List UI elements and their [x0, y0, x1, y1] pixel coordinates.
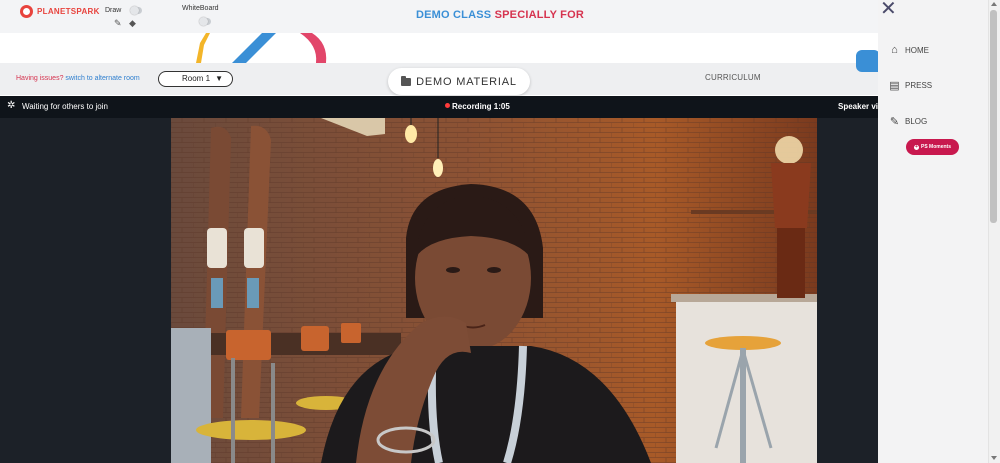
participant-video — [171, 118, 817, 463]
issue-notice: Having issues? switch to alternate room — [16, 75, 140, 82]
page-title: DEMO CLASS SPECIALLY FOR — [0, 9, 1000, 21]
record-dot-icon — [445, 103, 450, 108]
home-icon: ⌂ — [891, 44, 898, 56]
caret-down-icon: ▼ — [215, 74, 223, 83]
nav-item-blog[interactable]: ✎ BLOG — [888, 115, 927, 128]
nav-press-label: PRESS — [905, 81, 933, 90]
newspaper-icon: ▤ — [889, 80, 900, 92]
issue-text: Having issues? — [16, 75, 64, 82]
ps-moments-label: PS Moments — [920, 144, 951, 150]
room-select[interactable]: Room 1 ▼ — [158, 71, 233, 87]
nav-home-label: HOME — [905, 45, 929, 55]
folder-icon — [401, 75, 412, 86]
waiting-status: Waiting for others to join — [22, 102, 108, 111]
curriculum-tab[interactable]: CURRICULUM — [705, 73, 761, 82]
speaker-view-toggle[interactable]: Speaker vi — [838, 102, 878, 111]
plus-icon: + — [913, 143, 919, 150]
scroll-up-arrow-icon[interactable] — [991, 2, 997, 6]
app-root: PLANETSPARK Draw ✎ ◆ WhiteBoard DEMO CLA… — [0, 0, 1000, 463]
ps-moments-button[interactable]: + PS Moments — [906, 139, 959, 155]
gear-icon[interactable]: ✲ — [7, 100, 15, 112]
demo-material-button[interactable]: DEMO MATERIAL — [388, 68, 530, 95]
chat-bubble-icon[interactable] — [856, 50, 880, 72]
video-status-bar: ✲ Waiting for others to join Recording 1… — [0, 96, 878, 118]
pencil-icon: ✎ — [889, 116, 900, 128]
scroll-down-arrow-icon[interactable] — [991, 456, 997, 460]
nav-item-home[interactable]: ⌂ HOME — [888, 44, 929, 56]
demo-material-label: DEMO MATERIAL — [416, 75, 517, 88]
scrollbar-thumb[interactable] — [990, 10, 997, 223]
nav-blog-label: BLOG — [905, 117, 928, 126]
title-part-1: DEMO CLASS — [415, 9, 492, 21]
nav-item-press[interactable]: ▤ PRESS — [888, 79, 932, 92]
side-menu — [878, 0, 988, 463]
decorative-banner — [0, 33, 878, 63]
close-icon[interactable]: ✕ — [880, 0, 897, 19]
room-select-value: Room 1 — [182, 74, 211, 83]
title-part-2: SPECIALLY FOR — [494, 9, 584, 21]
alternate-room-link[interactable]: switch to alternate room — [65, 75, 139, 82]
recording-text: Recording 1:05 — [452, 102, 510, 111]
recording-indicator: Recording 1:05 — [445, 102, 510, 111]
